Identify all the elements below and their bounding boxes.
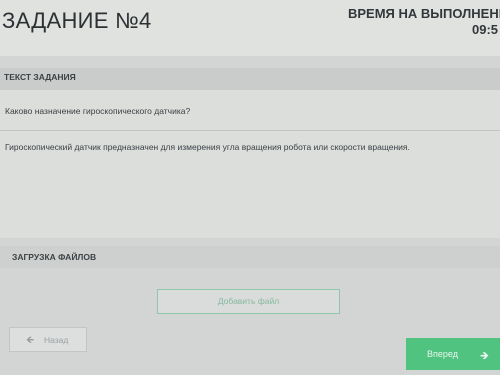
time-remaining-value: 09:5 <box>472 22 499 37</box>
header: ЗАДАНИЕ №4 ВРЕМЯ НА ВЫПОЛНЕНИ 09:5 <box>0 0 500 56</box>
add-file-button[interactable]: Добавить файл <box>157 289 340 314</box>
task-text-header: ТЕКСТ ЗАДАНИЯ <box>0 68 500 90</box>
back-button[interactable]: 🡸 Назад <box>9 327 87 352</box>
file-upload-header: ЗАГРУЗКА ФАЙЛОВ <box>0 246 500 268</box>
task-text-label: ТЕКСТ ЗАДАНИЯ <box>4 72 76 82</box>
next-button[interactable]: Вперед 🡺 <box>406 338 500 370</box>
arrow-right-icon: 🡺 <box>480 350 489 362</box>
file-upload-label: ЗАГРУЗКА ФАЙЛОВ <box>12 252 97 262</box>
time-remaining-label: ВРЕМЯ НА ВЫПОЛНЕНИ <box>348 6 500 21</box>
task-text-section: ТЕКСТ ЗАДАНИЯ Каково назначение гироскоп… <box>0 68 500 238</box>
question-text: Каково назначение гироскопического датчи… <box>5 106 191 116</box>
arrow-left-icon: 🡸 <box>26 335 35 346</box>
next-button-label: Вперед <box>427 349 458 359</box>
answer-text[interactable]: Гироскопический датчик предназначен для … <box>5 142 410 152</box>
task-title: ЗАДАНИЕ №4 <box>2 8 152 33</box>
divider <box>0 130 500 131</box>
back-button-label: Назад <box>44 335 69 345</box>
